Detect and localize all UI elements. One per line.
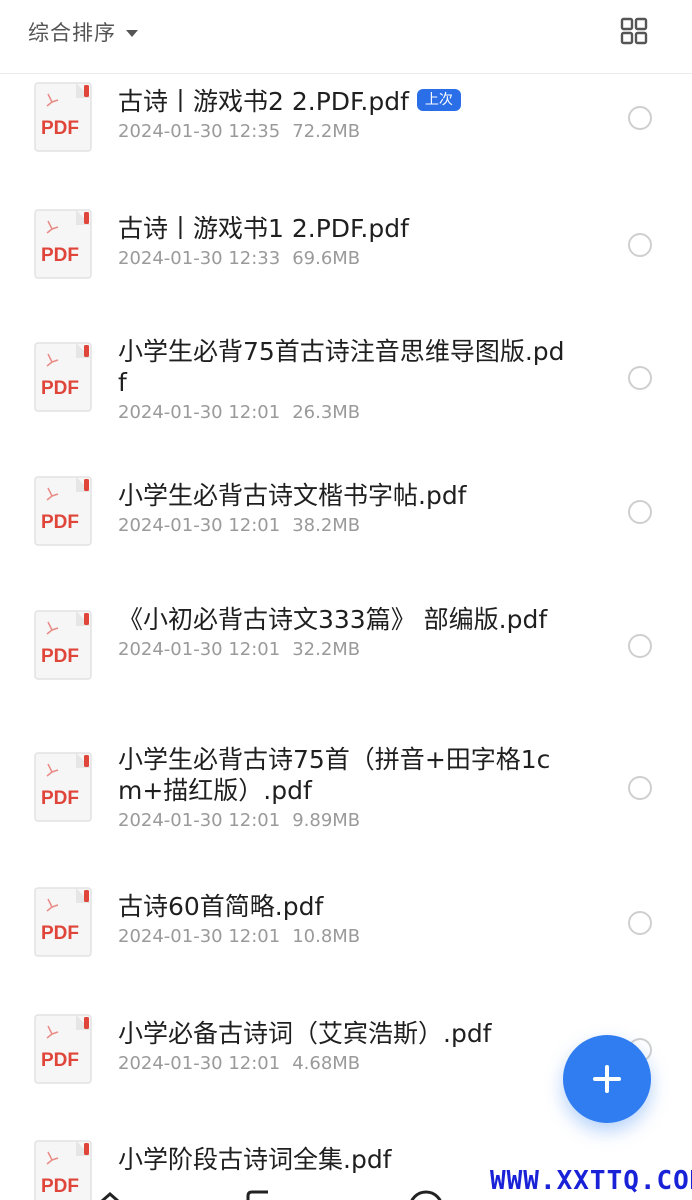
file-name: 小学必备古诗词（艾宾浩斯）.pdf	[118, 1019, 492, 1048]
file-meta: 2024-01-30 12:33 69.6MB	[118, 248, 361, 269]
file-list: PDF 古诗丨游戏书2 2.PDF.pdf 上次 2024-01-30 12:35…	[0, 74, 692, 1200]
select-radio[interactable]	[628, 366, 652, 390]
pdf-file-icon: PDF	[34, 82, 92, 152]
select-radio[interactable]	[628, 233, 652, 257]
select-radio[interactable]	[628, 106, 652, 130]
file-meta: 2024-01-30 12:01 4.68MB	[118, 1053, 361, 1074]
file-meta: 2024-01-30 12:01 26.3MB	[118, 402, 361, 423]
plus-icon	[593, 1065, 621, 1093]
caret-down-icon	[126, 29, 138, 37]
select-radio[interactable]	[628, 634, 652, 658]
file-meta: 2024-01-30 12:01 38.2MB	[118, 515, 361, 536]
pdf-file-icon: PDF	[34, 1014, 92, 1084]
file-name: 古诗丨游戏书2 2.PDF.pdf 上次	[118, 86, 568, 117]
pdf-file-icon: PDF	[34, 752, 92, 822]
sort-dropdown-button[interactable]: 综合排序	[28, 17, 138, 47]
svg-text:PDF: PDF	[41, 646, 79, 667]
select-radio[interactable]	[628, 776, 652, 800]
file-name: 古诗丨游戏书1 2.PDF.pdf	[118, 214, 409, 243]
top-bar: 综合排序	[0, 0, 692, 74]
file-name: 小学生必背古诗文楷书字帖.pdf	[118, 481, 467, 510]
file-meta: 2024-01-30 12:35 72.2MB	[118, 121, 361, 142]
pdf-file-icon: PDF	[34, 887, 92, 957]
pdf-file-icon: PDF	[34, 476, 92, 546]
svg-text:PDF: PDF	[41, 923, 79, 944]
svg-text:PDF: PDF	[41, 788, 79, 809]
select-radio[interactable]	[628, 911, 652, 935]
grid-view-icon[interactable]	[620, 17, 648, 45]
last-opened-badge: 上次	[416, 89, 461, 111]
svg-text:PDF: PDF	[41, 378, 79, 399]
circle-tab-icon[interactable]	[406, 1188, 446, 1200]
svg-text:PDF: PDF	[41, 118, 79, 139]
svg-text:PDF: PDF	[41, 1176, 79, 1197]
watermark: WWW.XXTTQ.COM	[490, 1162, 692, 1200]
document-icon[interactable]	[240, 1188, 280, 1200]
home-icon[interactable]	[90, 1188, 130, 1200]
file-meta: 2024-01-30 12:01 32.2MB	[118, 639, 361, 660]
svg-text:PDF: PDF	[41, 245, 79, 266]
add-button[interactable]	[563, 1035, 651, 1123]
file-name: 小学生必背古诗75首（拼音+田字格1cm+描红版）.pdf	[118, 745, 551, 805]
file-meta: 2024-01-30 12:01 9.89MB	[118, 810, 361, 831]
svg-text:PDF: PDF	[41, 1050, 79, 1071]
file-name: 小学生必背75首古诗注音思维导图版.pdf	[118, 337, 565, 397]
sort-label: 综合排序	[28, 21, 116, 45]
pdf-file-icon: PDF	[34, 209, 92, 279]
file-name: 《小初必背古诗文333篇》 部编版.pdf	[118, 605, 548, 634]
pdf-file-icon: PDF	[34, 610, 92, 680]
select-radio[interactable]	[628, 500, 652, 524]
pdf-file-icon: PDF	[34, 342, 92, 412]
pdf-file-icon: PDF	[34, 1140, 92, 1200]
svg-text:PDF: PDF	[41, 512, 79, 533]
file-name: 古诗60首简略.pdf	[118, 892, 324, 921]
file-meta: 2024-01-30 12:01 10.8MB	[118, 926, 361, 947]
